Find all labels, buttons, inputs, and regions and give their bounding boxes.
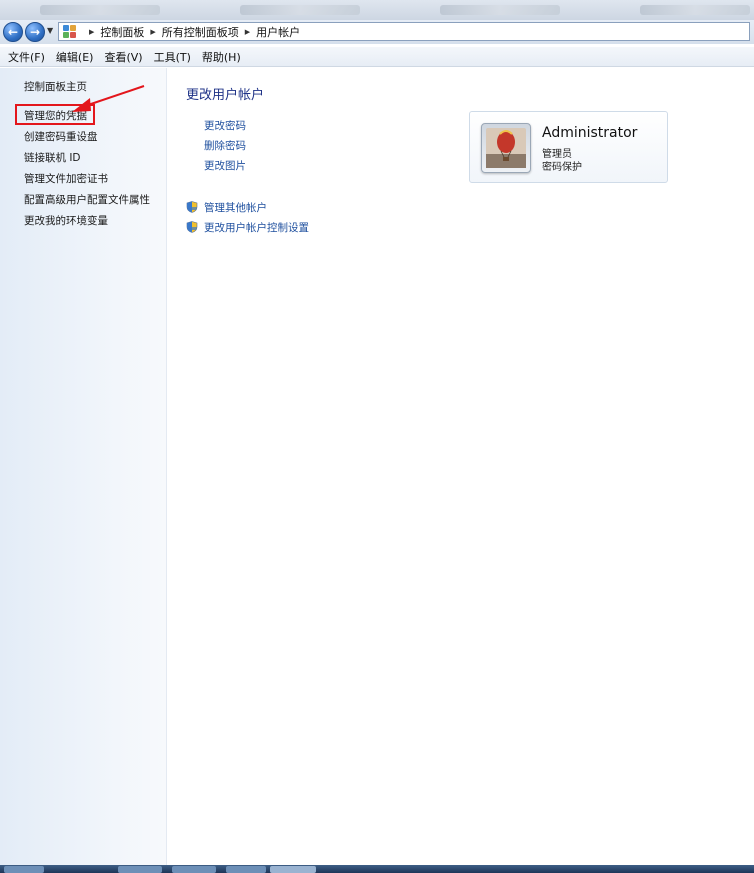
blurred-tab xyxy=(40,5,160,15)
account-protection-status: 密码保护 xyxy=(542,162,582,173)
avatar[interactable] xyxy=(481,123,531,173)
account-card: Administrator 管理员 密码保护 xyxy=(469,111,668,183)
taskbar-item[interactable] xyxy=(118,866,162,873)
account-name: Administrator xyxy=(542,125,638,141)
taskbar-item[interactable] xyxy=(172,866,216,873)
change-password-link[interactable]: 更改密码 xyxy=(204,118,246,133)
browser-tab-strip xyxy=(0,0,754,20)
blurred-tab xyxy=(240,5,360,15)
blurred-tab xyxy=(640,5,750,15)
blurred-tab xyxy=(440,5,560,15)
breadcrumb-user-accounts[interactable]: 用户帐户 xyxy=(256,24,300,40)
breadcrumb-control-panel[interactable]: 控制面板 xyxy=(100,24,144,40)
breadcrumb-all-items[interactable]: 所有控制面板项 xyxy=(162,24,239,40)
breadcrumb-separator-icon: ▶ xyxy=(89,27,95,36)
uac-shield-icon xyxy=(186,201,198,213)
sidebar xyxy=(0,68,167,865)
change-picture-link[interactable]: 更改图片 xyxy=(204,158,246,173)
taskbar-item[interactable] xyxy=(226,866,266,873)
back-button[interactable]: ← xyxy=(3,22,23,42)
sidebar-item-file-encryption-certs[interactable]: 管理文件加密证书 xyxy=(24,171,108,186)
page-title: 更改用户帐户 xyxy=(186,88,265,103)
sidebar-item-link-online-id[interactable]: 链接联机 ID xyxy=(24,150,81,165)
menu-edit[interactable]: 编辑(E) xyxy=(56,49,94,65)
start-button[interactable] xyxy=(4,866,44,873)
sidebar-item-advanced-profile[interactable]: 配置高级用户配置文件属性 xyxy=(24,192,150,207)
navigation-bar: ← → ▼ ▶ 控制面板 ▶ 所有控制面板项 ▶ 用户帐户 xyxy=(0,20,754,44)
back-arrow-icon: ← xyxy=(7,25,19,39)
chevron-down-icon: ▼ xyxy=(47,26,54,35)
control-panel-icon xyxy=(63,24,77,39)
uac-shield-icon xyxy=(186,221,198,233)
menu-tools[interactable]: 工具(T) xyxy=(154,49,191,65)
sidebar-item-environment-variables[interactable]: 更改我的环境变量 xyxy=(24,213,108,228)
sidebar-item-create-reset-disk[interactable]: 创建密码重设盘 xyxy=(24,129,98,144)
uac-settings-link[interactable]: 更改用户帐户控制设置 xyxy=(204,220,309,235)
red-arrow-annotation-icon xyxy=(72,85,145,112)
menu-view[interactable]: 查看(V) xyxy=(104,49,142,65)
manage-other-accounts-link[interactable]: 管理其他帐户 xyxy=(204,200,267,215)
breadcrumb-separator-icon: ▶ xyxy=(244,27,251,36)
hot-air-balloon-icon xyxy=(486,128,526,168)
main-content xyxy=(167,68,754,865)
menu-bar: 文件(F) 编辑(E) 查看(V) 工具(T) 帮助(H) xyxy=(0,47,754,67)
menu-file[interactable]: 文件(F) xyxy=(8,49,45,65)
forward-arrow-icon: → xyxy=(29,25,41,39)
breadcrumb-separator-icon: ▶ xyxy=(150,27,156,36)
recent-pages-dropdown[interactable]: ▼ xyxy=(47,26,53,35)
menu-help[interactable]: 帮助(H) xyxy=(202,49,241,65)
taskbar-item-active[interactable] xyxy=(270,866,316,873)
remove-password-link[interactable]: 删除密码 xyxy=(204,138,246,153)
taskbar xyxy=(0,865,754,873)
forward-button[interactable]: → xyxy=(25,22,45,42)
address-bar[interactable]: ▶ 控制面板 ▶ 所有控制面板项 ▶ 用户帐户 xyxy=(58,22,750,41)
